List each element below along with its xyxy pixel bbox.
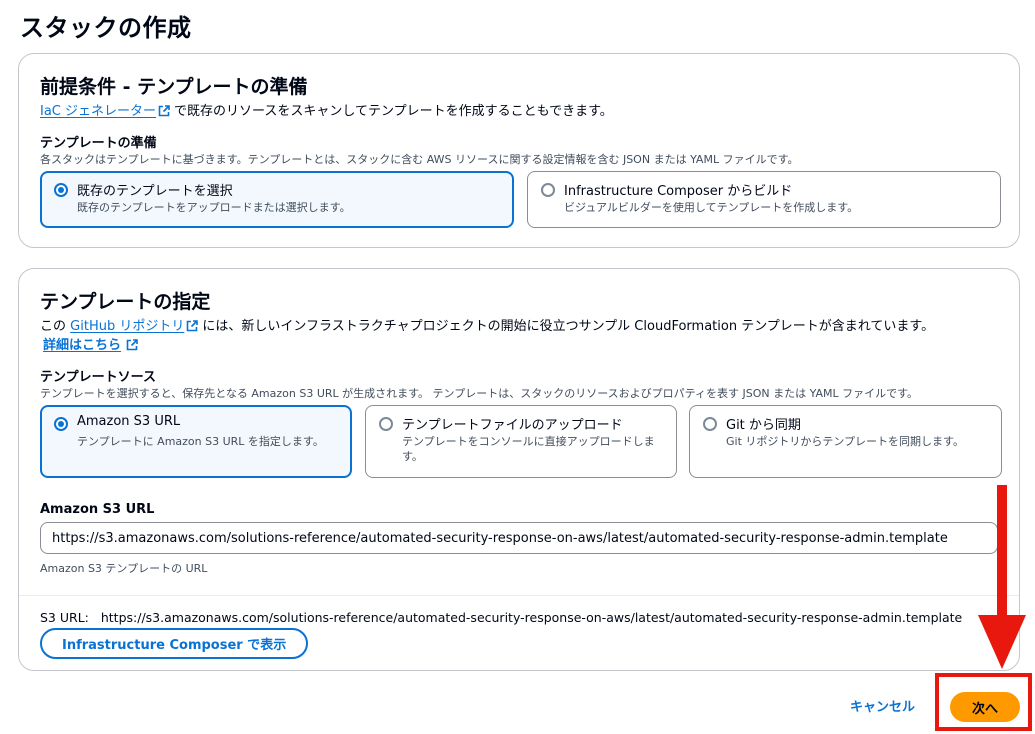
template-source-hint: テンプレートを選択すると、保存先となる Amazon S3 URL が生成されま… [40, 387, 919, 400]
details-row: 詳細はこちら [43, 334, 142, 353]
iac-generator-link[interactable]: IaC ジェネレーター [40, 104, 156, 119]
source-description: Git リポジトリからテンプレートを同期します。 [726, 435, 964, 448]
prerequisite-panel: 前提条件 - テンプレートの準備 IaC ジェネレーター で既存のリソースをスキャ… [18, 53, 1020, 248]
option-infrastructure-composer[interactable]: Infrastructure Composer からビルド ビジュアルビルダーを… [527, 171, 1001, 228]
option-existing-template[interactable]: 既存のテンプレートを選択 既存のテンプレートをアップロードまたは選択します。 [40, 171, 514, 228]
template-spec-title: テンプレートの指定 [40, 291, 211, 313]
s3-url-value: https://s3.amazonaws.com/solutions-refer… [100, 610, 963, 625]
radio-unselected-icon[interactable] [379, 417, 393, 431]
template-spec-panel: テンプレートの指定 この GitHub リポジトリ には、新しいインフラストラクチ… [18, 268, 1020, 671]
radio-unselected-icon[interactable] [703, 417, 717, 431]
radio-selected-icon[interactable] [54, 183, 68, 197]
annotation-arrow-icon [978, 485, 1026, 669]
s3-url-constraint: Amazon S3 テンプレートの URL [40, 562, 208, 575]
template-prep-hint: 各スタックはテンプレートに基づきます。テンプレートとは、スタックに含む AWS … [40, 153, 799, 166]
intro-text-before: この [40, 319, 67, 334]
learn-more-link[interactable]: 詳細はこちら [43, 338, 121, 353]
external-link-icon [126, 339, 138, 351]
s3-url-prefix: S3 URL: [40, 610, 89, 625]
page-title: スタックの作成 [20, 14, 192, 42]
source-title: Git から同期 [726, 418, 801, 433]
source-description: テンプレートに Amazon S3 URL を指定します。 [77, 435, 324, 448]
option-title: Infrastructure Composer からビルド [564, 184, 793, 199]
iac-generator-description: IaC ジェネレーター で既存のリソースをスキャンしてテンプレートを作成することも… [40, 100, 613, 119]
s3-url-label: Amazon S3 URL [40, 502, 155, 517]
source-sync-from-git[interactable]: Git から同期 Git リポジトリからテンプレートを同期します。 [689, 405, 1002, 478]
radio-selected-icon[interactable] [54, 417, 68, 431]
option-title: 既存のテンプレートを選択 [77, 184, 233, 199]
source-title: テンプレートファイルのアップロード [402, 418, 623, 433]
next-button[interactable]: 次へ [950, 692, 1020, 722]
source-amazon-s3-url[interactable]: Amazon S3 URL テンプレートに Amazon S3 URL を指定し… [40, 405, 352, 478]
view-in-infrastructure-composer-button[interactable]: Infrastructure Composer で表示 [40, 628, 309, 659]
iac-generator-text: で既存のリソースをスキャンしてテンプレートを作成することもできます。 [174, 104, 613, 119]
radio-unselected-icon[interactable] [541, 183, 555, 197]
source-description: テンプレートをコンソールに直接アップロードします。 [402, 435, 655, 463]
divider [19, 595, 1019, 596]
github-repo-link[interactable]: GitHub リポジトリ [70, 319, 184, 334]
intro-text-after: には、新しいインフラストラクチャプロジェクトの開始に役立つサンプル CloudF… [202, 319, 935, 334]
template-source-label: テンプレートソース [40, 370, 156, 385]
source-title: Amazon S3 URL [77, 414, 181, 429]
option-description: 既存のテンプレートをアップロードまたは選択します。 [77, 201, 351, 214]
template-prep-label: テンプレートの準備 [40, 136, 157, 151]
option-description: ビジュアルビルダーを使用してテンプレートを作成します。 [564, 201, 859, 214]
cancel-button[interactable]: キャンセル [844, 696, 921, 715]
github-description: この GitHub リポジトリ には、新しいインフラストラクチャプロジェクトの開始… [40, 315, 934, 334]
source-upload-template-file[interactable]: テンプレートファイルのアップロード テンプレートをコンソールに直接アップロードし… [365, 405, 677, 478]
external-link-icon [158, 105, 170, 117]
s3-url-summary: S3 URL: https://s3.amazonaws.com/solutio… [40, 610, 962, 625]
external-link-icon [187, 320, 199, 332]
s3-url-input[interactable] [40, 522, 998, 554]
prerequisite-title: 前提条件 - テンプレートの準備 [40, 76, 308, 98]
